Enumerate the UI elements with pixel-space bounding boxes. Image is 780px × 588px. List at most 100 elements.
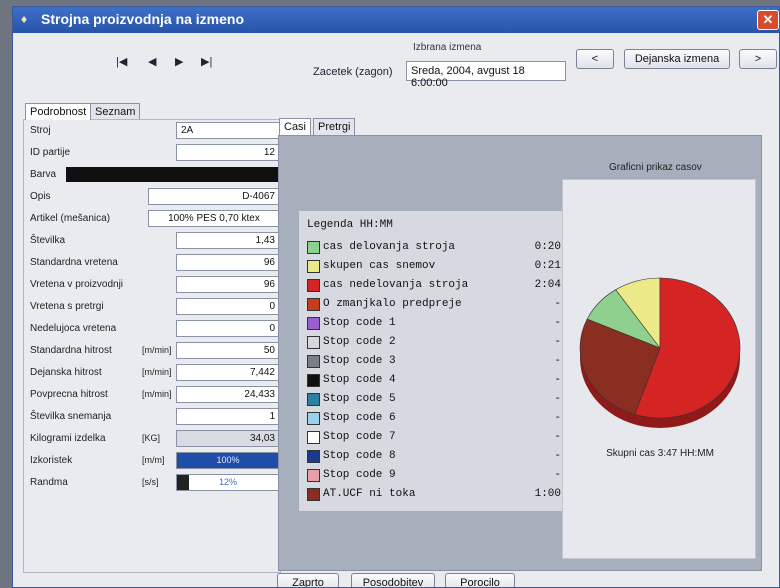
legend-item-name: Stop code 2 xyxy=(323,336,396,348)
stevilka-field[interactable]: 1,43 xyxy=(176,232,280,249)
vretena-pretrgi-field[interactable]: 0 xyxy=(176,298,280,315)
legend-title: Legenda HH:MM xyxy=(307,219,393,231)
legend-item-value: - xyxy=(554,469,561,481)
kilogrami-field[interactable]: 34,03 xyxy=(176,430,280,447)
legend-item-name: Stop code 5 xyxy=(323,393,396,405)
total-time-label: Skupni cas 3:47 HH:MM xyxy=(606,448,714,459)
field-row-artikel: Artikel (mešanica) 100% PES 0,70 ktex xyxy=(24,208,282,230)
dej-hitrost-unit: [m/min] xyxy=(142,367,172,377)
artikel-field[interactable]: 100% PES 0,70 ktex xyxy=(148,210,280,227)
legend-item: O zmanjkalo predpreje - xyxy=(307,296,565,315)
tab-casi[interactable]: Casi xyxy=(279,118,312,135)
stroj-label: Stroj xyxy=(30,125,51,136)
start-label: Zacetek (zagon) xyxy=(313,66,393,78)
legend-item-value: - xyxy=(554,431,561,443)
legend-item-name: Stop code 8 xyxy=(323,450,396,462)
stroj-field[interactable]: 2A xyxy=(176,122,280,139)
std-hitrost-field[interactable]: 50 xyxy=(176,342,280,359)
field-row-barva: Barva xyxy=(24,164,282,186)
legend-item: cas delovanja stroja 0:20 xyxy=(307,239,565,258)
dej-hitrost-field[interactable]: 7,442 xyxy=(176,364,280,381)
vretena-proizv-field[interactable]: 96 xyxy=(176,276,280,293)
legend-item-name: Stop code 7 xyxy=(323,431,396,443)
legend-item-name: Stop code 4 xyxy=(323,374,396,386)
main-window: ♦ Strojna proizvodnja na izmeno ✕ |◀ ◀ ▶… xyxy=(12,6,780,588)
legend-item: Stop code 3 - xyxy=(307,353,565,372)
legend-item-name: Stop code 3 xyxy=(323,355,396,367)
std-hitrost-label: Standardna hitrost xyxy=(30,345,112,356)
close-button[interactable]: ✕ xyxy=(757,10,779,30)
last-record-button[interactable]: ▶| xyxy=(201,55,212,68)
izkoristek-progress: 100% xyxy=(176,452,280,469)
legend-item-name: cas nedelovanja stroja xyxy=(323,279,469,291)
field-row-dej-hitrost: Dejanska hitrost [m/min] 7,442 xyxy=(24,362,282,384)
report-button[interactable]: Porocilo xyxy=(445,573,515,587)
legend-item-value: - xyxy=(554,355,561,367)
legend: Legenda HH:MM cas delovanja stroja 0:20 sk… xyxy=(299,211,565,511)
legend-item: Stop code 4 - xyxy=(307,372,565,391)
std-vretena-field[interactable]: 96 xyxy=(176,254,280,271)
legend-item-value: - xyxy=(554,374,561,386)
povp-hitrost-label: Povprecna hitrost xyxy=(30,389,108,400)
times-panel: Legenda HH:MM cas delovanja stroja 0:20 sk… xyxy=(278,135,762,571)
vretena-proizv-label: Vretena v proizvodnji xyxy=(30,279,124,290)
details-panel: Stroj 2A ID partije 12 Barva Opis D-4067… xyxy=(23,119,281,573)
legend-item-name: skupen cas snemov xyxy=(323,260,436,272)
izkoristek-unit: [m/m] xyxy=(142,455,165,465)
legend-item-value: 2:04 xyxy=(534,279,561,291)
prev-record-button[interactable]: ◀ xyxy=(148,55,156,68)
field-row-izkoristek: Izkoristek [m/m] 100% xyxy=(24,450,282,472)
current-shift-button[interactable]: Dejanska izmena xyxy=(624,49,730,69)
legend-item: Stop code 8 - xyxy=(307,448,565,467)
field-row-std-hitrost: Standardna hitrost [m/min] 50 xyxy=(24,340,282,362)
st-snemanja-label: Številka snemanja xyxy=(30,411,112,422)
close-dialog-button[interactable]: Zaprto xyxy=(277,573,339,587)
legend-item-value: 0:20 xyxy=(534,241,561,253)
dej-hitrost-label: Dejanska hitrost xyxy=(30,367,102,378)
legend-item: cas nedelovanja stroja 2:04 xyxy=(307,277,565,296)
legend-item: AT.UCF ni toka 1:00 xyxy=(307,486,565,505)
id-partije-label: ID partije xyxy=(30,147,71,158)
field-row-st-snemanja: Številka snemanja 1 xyxy=(24,406,282,428)
selected-shift-caption: Izbrana izmena xyxy=(413,42,482,53)
nedelujoca-label: Nedelujoca vretena xyxy=(30,323,117,334)
randma-label: Randma xyxy=(30,477,68,488)
tab-podrobnost[interactable]: Podrobnost xyxy=(25,103,92,120)
legend-item: Stop code 1 - xyxy=(307,315,565,334)
tab-pretrgi[interactable]: Pretrgi xyxy=(313,118,356,135)
refresh-button[interactable]: Posodobitev xyxy=(351,573,435,587)
opis-field[interactable]: D-4067 xyxy=(148,188,280,205)
legend-item-name: O zmanjkalo predpreje xyxy=(323,298,462,310)
start-time-field[interactable]: Sreda, 2004, avgust 18 6:00:00 xyxy=(406,61,566,89)
legend-swatch xyxy=(307,279,320,292)
legend-item-value: - xyxy=(554,393,561,405)
id-partije-field[interactable]: 12 xyxy=(176,144,280,161)
legend-item-name: AT.UCF ni toka xyxy=(323,488,416,500)
legend-item-value: - xyxy=(554,317,561,329)
legend-swatch xyxy=(307,374,320,387)
next-shift-button[interactable]: > xyxy=(739,49,777,69)
legend-item: Stop code 9 - xyxy=(307,467,565,486)
field-row-std-vretena: Standardna vretena 96 xyxy=(24,252,282,274)
artikel-label: Artikel (mešanica) xyxy=(30,213,111,224)
legend-item: skupen cas snemov 0:21 xyxy=(307,258,565,277)
randma-progress-text: 12% xyxy=(218,477,237,487)
legend-item-value: - xyxy=(554,450,561,462)
legend-item: Stop code 5 - xyxy=(307,391,565,410)
tab-seznam[interactable]: Seznam xyxy=(90,103,141,120)
st-snemanja-field[interactable]: 1 xyxy=(176,408,280,425)
legend-item-value: - xyxy=(554,336,561,348)
barva-color-swatch[interactable] xyxy=(66,167,278,182)
next-record-button[interactable]: ▶ xyxy=(175,55,183,68)
legend-swatch xyxy=(307,260,320,273)
prev-shift-button[interactable]: < xyxy=(576,49,614,69)
povp-hitrost-field[interactable]: 24,433 xyxy=(176,386,280,403)
field-row-vretena-proizv: Vretena v proizvodnji 96 xyxy=(24,274,282,296)
title-bar[interactable]: ♦ Strojna proizvodnja na izmeno ✕ xyxy=(13,7,779,33)
legend-item-name: Stop code 9 xyxy=(323,469,396,481)
opis-label: Opis xyxy=(30,191,51,202)
nedelujoca-field[interactable]: 0 xyxy=(176,320,280,337)
legend-swatch xyxy=(307,298,320,311)
barva-label: Barva xyxy=(30,169,57,180)
first-record-button[interactable]: |◀ xyxy=(116,55,127,68)
